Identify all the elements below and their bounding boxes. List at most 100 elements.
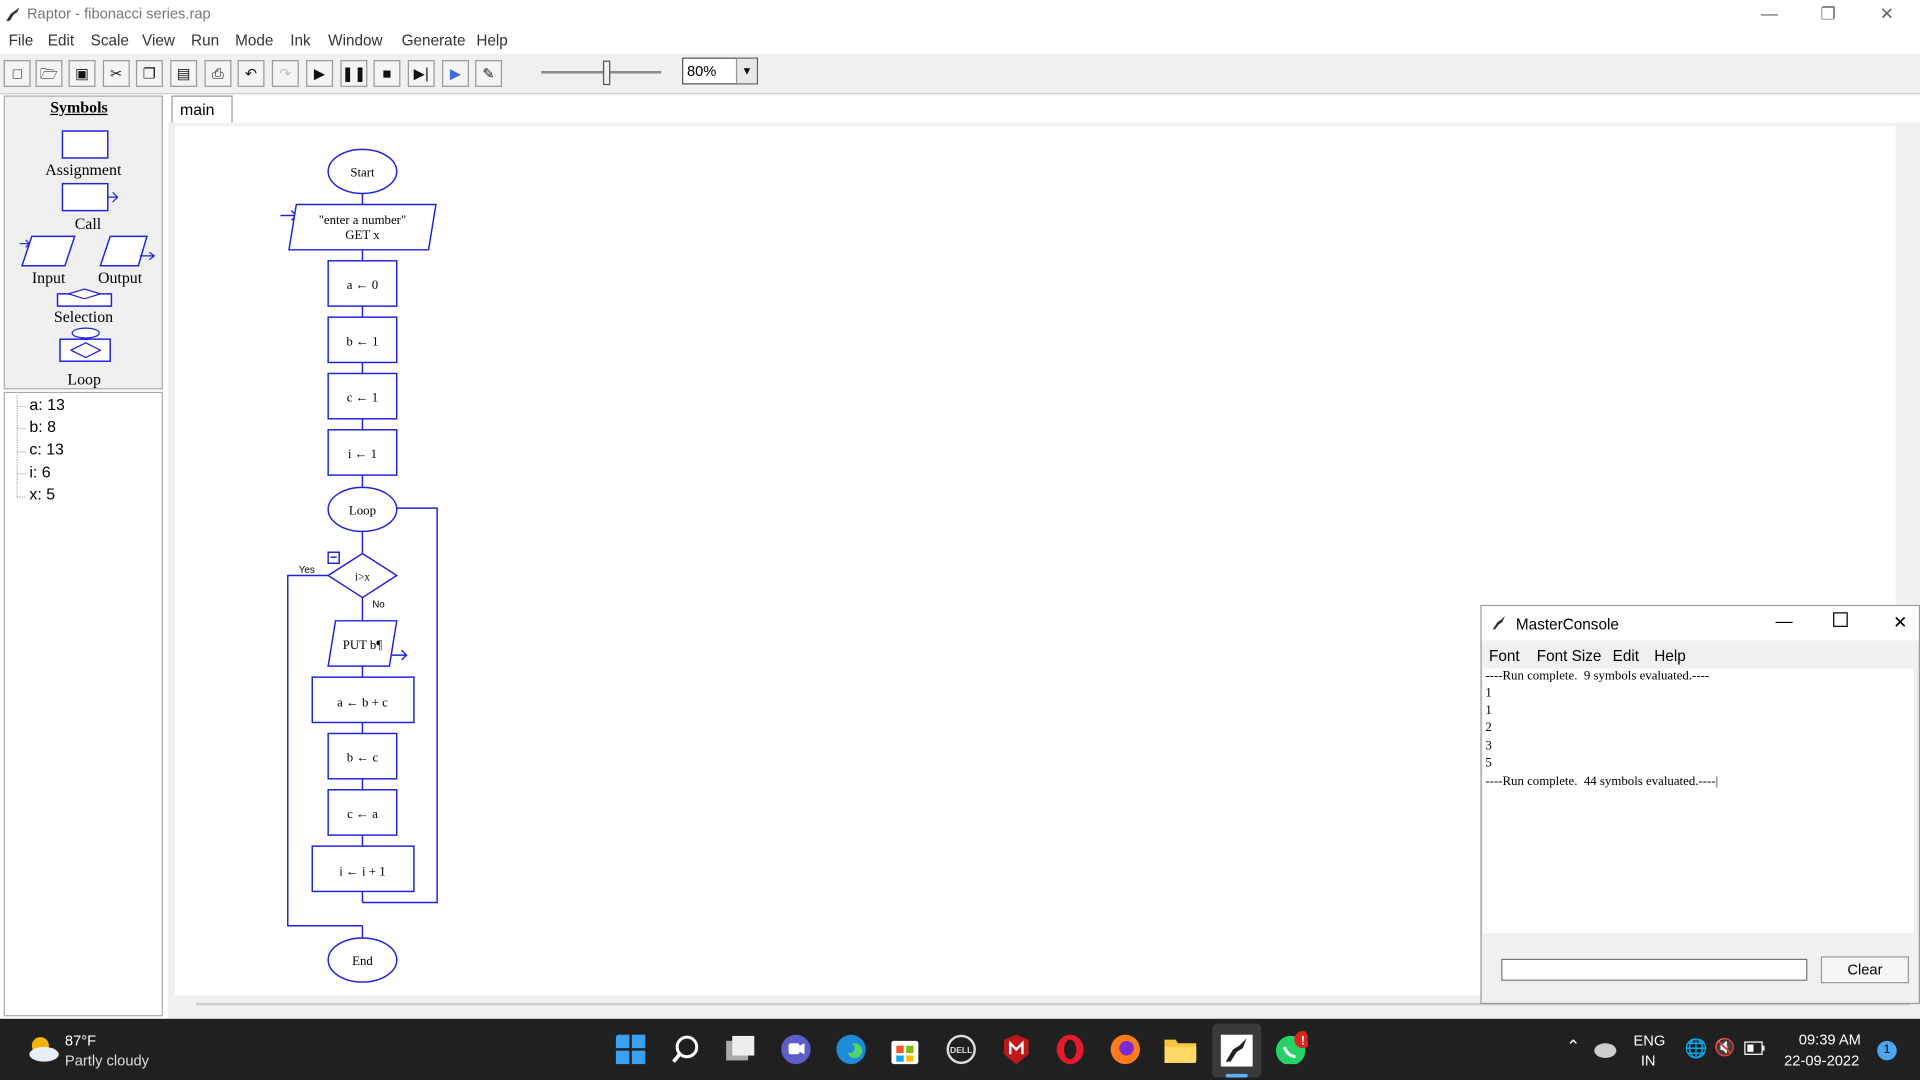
toolbar: □ 🗁 ▣ ✂ ❐ ▤ ⎙ ↶ ↷ ▶ ❚❚ ■ ▶| ▶ ✎ 80% ▼ [0, 53, 1920, 95]
whatsapp-icon[interactable]: ! [1273, 1030, 1308, 1065]
console-maximize-button[interactable] [1833, 612, 1848, 627]
language-eng[interactable]: ENG [1633, 1032, 1665, 1049]
taskbar: 87°F Partly cloudy DELL ! ⌃ ENG IN 🌐 🔇 0… [0, 1018, 1920, 1080]
speaker-muted-icon[interactable]: 🔇 [1714, 1037, 1735, 1058]
symbols-panel: Symbols Assignment Call Input Output Sel… [3, 95, 163, 390]
c1-text: c ← 1 [347, 391, 378, 405]
call-symbol[interactable] [61, 182, 122, 214]
svg-text:!: ! [1301, 1033, 1305, 1047]
language-in[interactable]: IN [1641, 1052, 1656, 1069]
zoom-value: 80% [686, 62, 717, 80]
console-input[interactable] [1501, 958, 1808, 981]
i1-text: i ← 1 [348, 447, 377, 461]
input-symbol[interactable] [19, 234, 79, 268]
file-explorer-icon[interactable] [1162, 1032, 1197, 1066]
console-line: 1 [1485, 686, 1492, 701]
symbols-header: Symbols [50, 97, 108, 117]
input-label: Input [31, 268, 66, 287]
input-get-text: GET x [345, 228, 380, 242]
console-line: 1 [1485, 704, 1492, 718]
redo-icon[interactable]: ↷ [271, 60, 299, 87]
tab-main[interactable]: main [171, 95, 233, 123]
output-symbol[interactable] [98, 234, 159, 268]
mcafee-icon[interactable] [999, 1032, 1033, 1066]
stop-icon[interactable]: ■ [373, 60, 401, 87]
clock-time[interactable]: 09:39 AM [1799, 1031, 1861, 1048]
edge-icon[interactable] [834, 1032, 868, 1066]
firefox-icon[interactable] [1108, 1032, 1142, 1066]
run-icon[interactable]: ▶ [306, 60, 334, 87]
console-menu-help[interactable]: Help [1654, 648, 1685, 665]
restore-button[interactable]: ❐ [1800, 0, 1856, 28]
output-label: Output [97, 268, 143, 287]
cloud-network-icon[interactable] [1592, 1038, 1619, 1060]
svg-text:DELL: DELL [950, 1045, 972, 1055]
new-file-icon[interactable]: □ [3, 60, 31, 87]
task-view-icon[interactable] [724, 1033, 758, 1067]
windows-start-icon[interactable] [615, 1033, 649, 1067]
weather-icon[interactable] [24, 1032, 61, 1064]
menu-file[interactable]: File [9, 32, 34, 49]
loop-symbol[interactable] [56, 327, 115, 366]
menu-run[interactable]: Run [191, 32, 219, 49]
variable-c: c: 13 [29, 439, 64, 458]
notification-badge[interactable]: 1 [1877, 1040, 1897, 1061]
open-folder-icon[interactable]: 🗁 [35, 60, 63, 87]
chevron-down-icon[interactable]: ▼ [735, 58, 757, 84]
paste-icon[interactable]: ▤ [170, 60, 198, 87]
no-label: No [372, 599, 385, 610]
dell-icon[interactable]: DELL [944, 1032, 978, 1066]
save-icon[interactable]: ▣ [68, 60, 96, 87]
menu-scale[interactable]: Scale [91, 32, 129, 49]
loop-label: Loop [67, 369, 101, 389]
battery-icon[interactable] [1744, 1041, 1766, 1056]
copy-icon[interactable]: ❐ [135, 60, 163, 87]
chevron-up-icon[interactable]: ⌃ [1566, 1036, 1580, 1057]
menu-help[interactable]: Help [476, 32, 507, 49]
speed-slider[interactable] [539, 59, 664, 88]
teams-chat-icon[interactable] [779, 1032, 813, 1066]
menu-edit[interactable]: Edit [48, 32, 74, 49]
minimize-button[interactable]: — [1741, 0, 1797, 28]
zoom-select[interactable]: 80% ▼ [682, 57, 758, 85]
ca-text: c ← a [347, 807, 378, 821]
console-output[interactable]: ----Run complete. 9 symbols evaluated.--… [1482, 668, 1914, 934]
selection-label: Selection [53, 307, 114, 326]
store-icon[interactable] [888, 1032, 922, 1066]
console-line: ----Run complete. 44 symbols evaluated.-… [1485, 775, 1719, 789]
assignment-label: Assignment [45, 160, 122, 179]
menu-window[interactable]: Window [328, 32, 382, 49]
cut-icon[interactable]: ✂ [102, 60, 130, 87]
abc-text: a ← b + c [337, 696, 388, 710]
raptor-taskbar-button[interactable] [1212, 1023, 1262, 1078]
menu-generate[interactable]: Generate [402, 32, 466, 49]
search-icon[interactable] [670, 1033, 704, 1067]
raptor-app-icon [6, 7, 20, 21]
cond-text: i>x [355, 571, 370, 583]
console-menu-font[interactable]: Font [1489, 648, 1520, 665]
clear-button[interactable]: Clear [1820, 956, 1909, 984]
step-into-icon[interactable]: ▶ [442, 60, 469, 87]
pen-icon[interactable]: ✎ [475, 60, 503, 87]
close-button[interactable]: ✕ [1859, 0, 1915, 28]
clock-date[interactable]: 22-09-2022 [1784, 1052, 1859, 1069]
console-close-button[interactable]: ✕ [1893, 612, 1907, 633]
variable-a: a: 13 [29, 395, 65, 414]
globe-icon[interactable]: 🌐 [1685, 1037, 1708, 1059]
console-minimize-button[interactable]: — [1776, 611, 1793, 631]
assignment-symbol[interactable] [61, 130, 110, 161]
window-title: Raptor - fibonacci series.rap [26, 4, 211, 23]
step-icon[interactable]: ▶| [407, 60, 435, 87]
opera-icon[interactable] [1053, 1032, 1087, 1066]
menu-ink[interactable]: Ink [290, 32, 310, 49]
print-icon[interactable]: ⎙ [204, 60, 232, 87]
yes-label: Yes [299, 565, 315, 576]
console-line: 2 [1485, 721, 1492, 735]
console-menu-edit[interactable]: Edit [1613, 648, 1639, 665]
menu-mode[interactable]: Mode [235, 32, 273, 49]
console-menu-font-size[interactable]: Font Size [1537, 648, 1602, 665]
pause-icon[interactable]: ❚❚ [340, 60, 368, 87]
menu-view[interactable]: View [142, 32, 175, 49]
put-text: PUT b¶ [343, 638, 383, 652]
undo-icon[interactable]: ↶ [237, 60, 265, 87]
